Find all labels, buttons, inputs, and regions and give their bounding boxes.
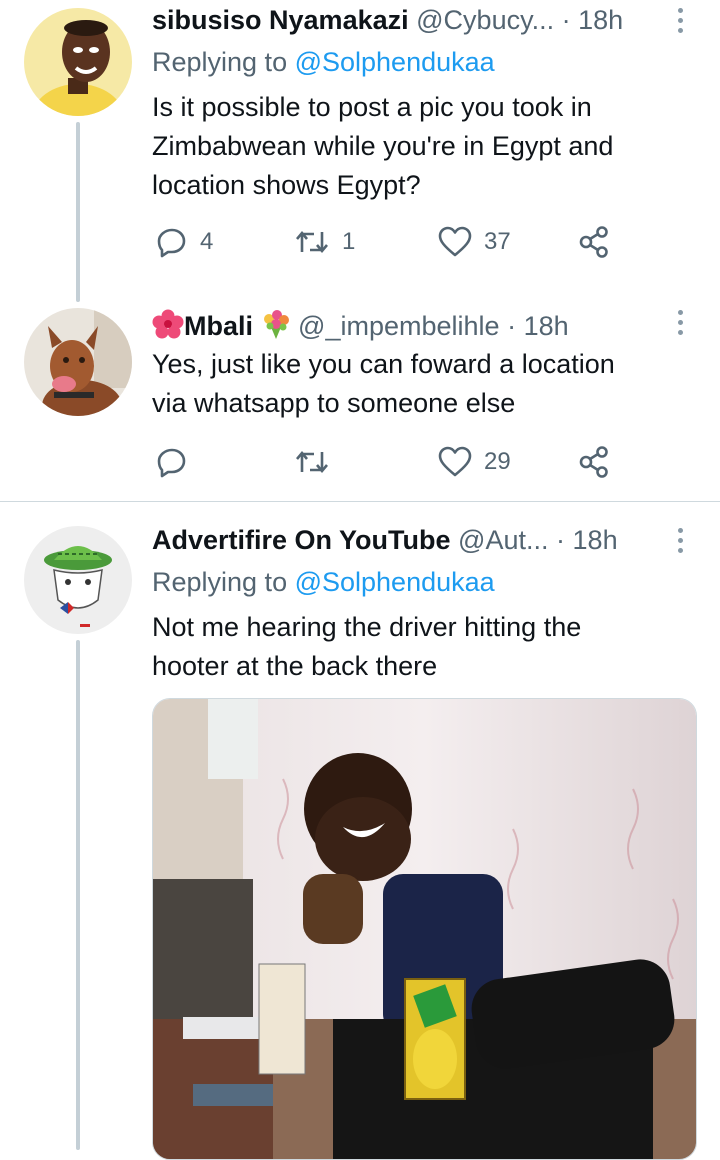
tweet-text-line: hooter at the back there <box>152 651 438 681</box>
avatar-image <box>24 8 132 116</box>
share-icon <box>579 446 608 478</box>
reply-button[interactable] <box>156 442 200 482</box>
like-count: 37 <box>484 228 511 255</box>
tweet-header: Mbali @_impembelihle · 18h <box>152 308 700 348</box>
avatar[interactable] <box>24 308 132 416</box>
like-button[interactable]: 37 <box>438 222 511 262</box>
bouquet-emoji-icon <box>261 309 291 348</box>
tweet-media-image[interactable] <box>152 698 697 1160</box>
reply-icon <box>157 448 186 478</box>
display-name[interactable]: Advertifire On YouTube <box>152 525 451 555</box>
reply-count: 4 <box>200 228 214 255</box>
retweet-count: 1 <box>342 228 356 255</box>
laughing-boy-photo <box>153 699 696 1159</box>
tweet-header: Advertifire On YouTube @Aut... · 18h <box>152 522 700 558</box>
timestamp[interactable]: 18h <box>573 525 618 555</box>
display-name[interactable]: sibusiso Nyamakazi <box>152 5 409 35</box>
replying-to: Replying to @Solphendukaa <box>152 564 495 600</box>
thread-line <box>76 640 80 1150</box>
more-vertical-icon[interactable] <box>678 528 686 558</box>
separator-dot: · <box>556 525 566 555</box>
thread-line <box>76 122 80 302</box>
avatar-image <box>24 308 132 416</box>
retweet-button[interactable]: 1 <box>294 222 355 262</box>
like-button[interactable]: 29 <box>438 442 511 482</box>
tweet-text-line: Not me hearing the driver hitting the <box>152 612 582 642</box>
tweet-text-line: Is it possible to post a pic you took in <box>152 92 592 122</box>
avatar[interactable] <box>24 526 132 634</box>
hibiscus-emoji-icon <box>152 309 184 348</box>
tweet-header: sibusiso Nyamakazi @Cybucy... · 18h <box>152 2 700 38</box>
user-handle[interactable]: @_impembelihle <box>298 311 500 341</box>
share-icon <box>579 226 608 258</box>
more-vertical-icon[interactable] <box>678 8 686 38</box>
tweet-2[interactable]: Mbali @_impembelihle · 18h Yes, just lik… <box>0 300 720 500</box>
timestamp[interactable]: 18h <box>578 5 623 35</box>
tweet-text-line: via whatsapp to someone else <box>152 388 516 418</box>
reply-button[interactable]: 4 <box>156 222 213 262</box>
heart-icon <box>438 226 472 257</box>
action-bar: 4 1 37 <box>152 222 672 262</box>
tweet-text-line: location shows Egypt? <box>152 170 421 200</box>
replying-to-label: Replying to <box>152 47 295 77</box>
replying-to-handle[interactable]: @Solphendukaa <box>295 567 495 597</box>
separator-dot: · <box>561 5 571 35</box>
share-button[interactable] <box>578 222 610 262</box>
heart-icon <box>438 446 472 477</box>
user-handle[interactable]: @Cybucy... <box>416 5 554 35</box>
reply-icon <box>157 228 186 258</box>
user-handle[interactable]: @Aut... <box>458 525 548 555</box>
tweet-1[interactable]: sibusiso Nyamakazi @Cybucy... · 18h Repl… <box>0 0 720 302</box>
replying-to: Replying to @Solphendukaa <box>152 44 495 80</box>
tweet-text: Not me hearing the driver hitting the ho… <box>152 608 692 686</box>
retweet-icon <box>296 230 328 254</box>
replying-to-handle[interactable]: @Solphendukaa <box>295 47 495 77</box>
tweet-text: Yes, just like you can foward a location… <box>152 345 692 423</box>
retweet-icon <box>296 450 328 474</box>
replying-to-label: Replying to <box>152 567 295 597</box>
tweet-text: Is it possible to post a pic you took in… <box>152 88 692 205</box>
action-bar: 29 <box>152 442 672 482</box>
display-name[interactable]: Mbali <box>184 311 253 341</box>
tweet-text-line: Zimbabwean while you're in Egypt and <box>152 131 614 161</box>
timestamp[interactable]: 18h <box>524 311 569 341</box>
more-vertical-icon[interactable] <box>678 310 686 340</box>
like-count: 29 <box>484 448 511 475</box>
share-button[interactable] <box>578 442 610 482</box>
separator-dot: · <box>507 311 517 341</box>
tweet-text-line: Yes, just like you can foward a location <box>152 349 615 379</box>
avatar[interactable] <box>24 8 132 116</box>
retweet-button[interactable] <box>294 442 342 482</box>
avatar-image <box>24 526 132 634</box>
